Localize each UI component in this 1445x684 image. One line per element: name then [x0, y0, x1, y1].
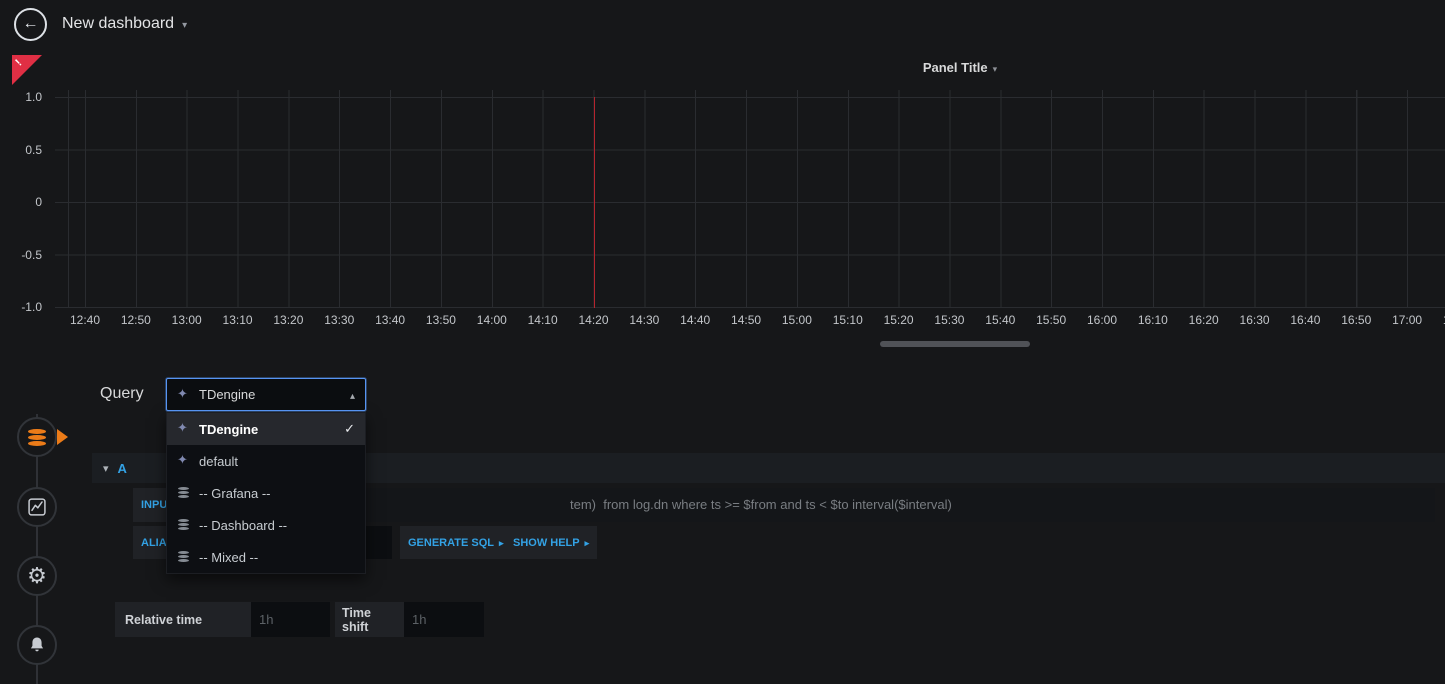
x-tick-label: 13:40 — [375, 313, 405, 327]
bell-icon — [27, 635, 47, 655]
y-axis: 1.00.50-0.5-1.0 — [0, 90, 42, 308]
x-tick-label: 16:20 — [1189, 313, 1219, 327]
x-tick-label: 14:50 — [731, 313, 761, 327]
x-tick-label: 14:20 — [578, 313, 608, 327]
x-tick-label: 15:30 — [934, 313, 964, 327]
grafana-icon — [177, 389, 191, 401]
chart-plot — [55, 90, 1445, 308]
sidebar-item-queries[interactable] — [17, 417, 57, 457]
y-tick-label: -1.0 — [21, 300, 42, 314]
time-shift-input[interactable] — [404, 602, 484, 637]
relative-time-input[interactable] — [251, 602, 330, 637]
query-ref-letter: A — [118, 461, 127, 476]
time-marker-line — [594, 97, 595, 308]
x-tick-label: 15:00 — [782, 313, 812, 327]
time-shift-label: Time shift — [335, 602, 404, 637]
sidebar-item-visualization[interactable] — [17, 487, 57, 527]
y-tick-label: 0.5 — [25, 143, 42, 157]
x-tick-label: 16:50 — [1341, 313, 1371, 327]
graph-icon — [27, 497, 47, 517]
datasource-option[interactable]: default — [167, 445, 365, 477]
app: { "colors": { "background": "#161719", "… — [0, 0, 1445, 684]
datasource-option-label: -- Dashboard -- — [199, 518, 287, 533]
dashboard-title: New dashboard — [62, 15, 174, 33]
x-tick-label: 15:40 — [985, 313, 1015, 327]
x-tick-label: 16:00 — [1087, 313, 1117, 327]
x-tick-label: 13:00 — [172, 313, 202, 327]
caret-right-icon — [499, 537, 504, 549]
x-tick-label: 14:10 — [528, 313, 558, 327]
datasource-option[interactable]: -- Mixed -- — [167, 541, 365, 573]
horizontal-scrollbar-thumb[interactable] — [880, 341, 1030, 347]
relative-time-label: Relative time — [115, 602, 251, 637]
datasource-option[interactable]: -- Grafana -- — [167, 477, 365, 509]
x-tick-label: 14:00 — [477, 313, 507, 327]
exclamation-icon: ! — [13, 57, 24, 68]
chevron-down-icon — [174, 15, 187, 33]
back-button[interactable] — [14, 8, 47, 41]
x-tick-label: 15:10 — [833, 313, 863, 327]
navbar: New dashboard — [0, 0, 1445, 48]
check-icon: ✓ — [344, 421, 355, 437]
x-tick-label: 16:10 — [1138, 313, 1168, 327]
x-tick-label: 13:50 — [426, 313, 456, 327]
x-tick-label: 14:40 — [680, 313, 710, 327]
x-axis: 12:40 12:50 13:00 13:10 13:20 13:30 13:40 13:50… — [55, 313, 1445, 329]
datasource-option-label: -- Grafana -- — [199, 486, 271, 501]
x-tick-label: 15:50 — [1036, 313, 1066, 327]
x-tick-label: 16:30 — [1240, 313, 1270, 327]
chevron-down-icon — [988, 59, 998, 76]
datasource-option[interactable]: -- Dashboard -- — [167, 509, 365, 541]
sidebar-item-alert[interactable] — [17, 625, 57, 665]
x-tick-label: 15:20 — [884, 313, 914, 327]
panel-title[interactable]: Panel Title — [870, 59, 1050, 77]
y-tick-label: -0.5 — [21, 248, 42, 262]
collapse-caret-icon — [103, 459, 109, 477]
x-tick-label: 17:00 — [1392, 313, 1422, 327]
caret-right-icon — [585, 537, 590, 549]
x-tick-label: 14:30 — [629, 313, 659, 327]
sidebar-item-general[interactable] — [17, 556, 57, 596]
datasource-dropdown: TDengine ✓ default -- Grafana -- -- Dash… — [166, 412, 366, 574]
datasource-select-value: TDengine — [199, 387, 255, 402]
datasource-option-icon — [177, 519, 191, 531]
datasource-option[interactable]: TDengine ✓ — [167, 413, 365, 445]
chevron-up-icon — [350, 386, 355, 404]
query-section-label: Query — [100, 385, 144, 403]
datasource-select[interactable]: TDengine — [166, 378, 366, 411]
datasource-option-label: -- Mixed -- — [199, 550, 258, 565]
y-tick-label: 0 — [35, 195, 42, 209]
datasource-option-icon — [177, 487, 191, 499]
datasource-option-icon — [177, 551, 191, 563]
x-tick-label: 13:20 — [273, 313, 303, 327]
datasource-option-label: TDengine — [199, 422, 258, 437]
datasource-option-icon — [177, 455, 191, 467]
datasource-option-icon — [177, 423, 191, 435]
show-help-button[interactable]: SHOW HELP — [505, 526, 597, 559]
arrow-left-icon — [23, 15, 39, 33]
dashboard-title-menu[interactable]: New dashboard — [62, 15, 187, 33]
x-tick-label: 12:50 — [121, 313, 151, 327]
x-tick-label: 16:40 — [1290, 313, 1320, 327]
x-tick-label: 12:40 — [70, 313, 100, 327]
database-icon — [28, 429, 46, 434]
panel-error-badge[interactable]: ! — [12, 55, 42, 85]
datasource-option-label: default — [199, 454, 238, 469]
generate-sql-button[interactable]: GENERATE SQL — [400, 526, 512, 559]
x-tick-label: 13:10 — [223, 313, 253, 327]
sql-text: tem) from log.dn where ts >= $from and t… — [570, 497, 952, 512]
gear-icon — [27, 565, 47, 588]
active-tab-arrow-icon — [57, 429, 68, 445]
y-tick-label: 1.0 — [25, 90, 42, 104]
x-tick-label: 13:30 — [324, 313, 354, 327]
